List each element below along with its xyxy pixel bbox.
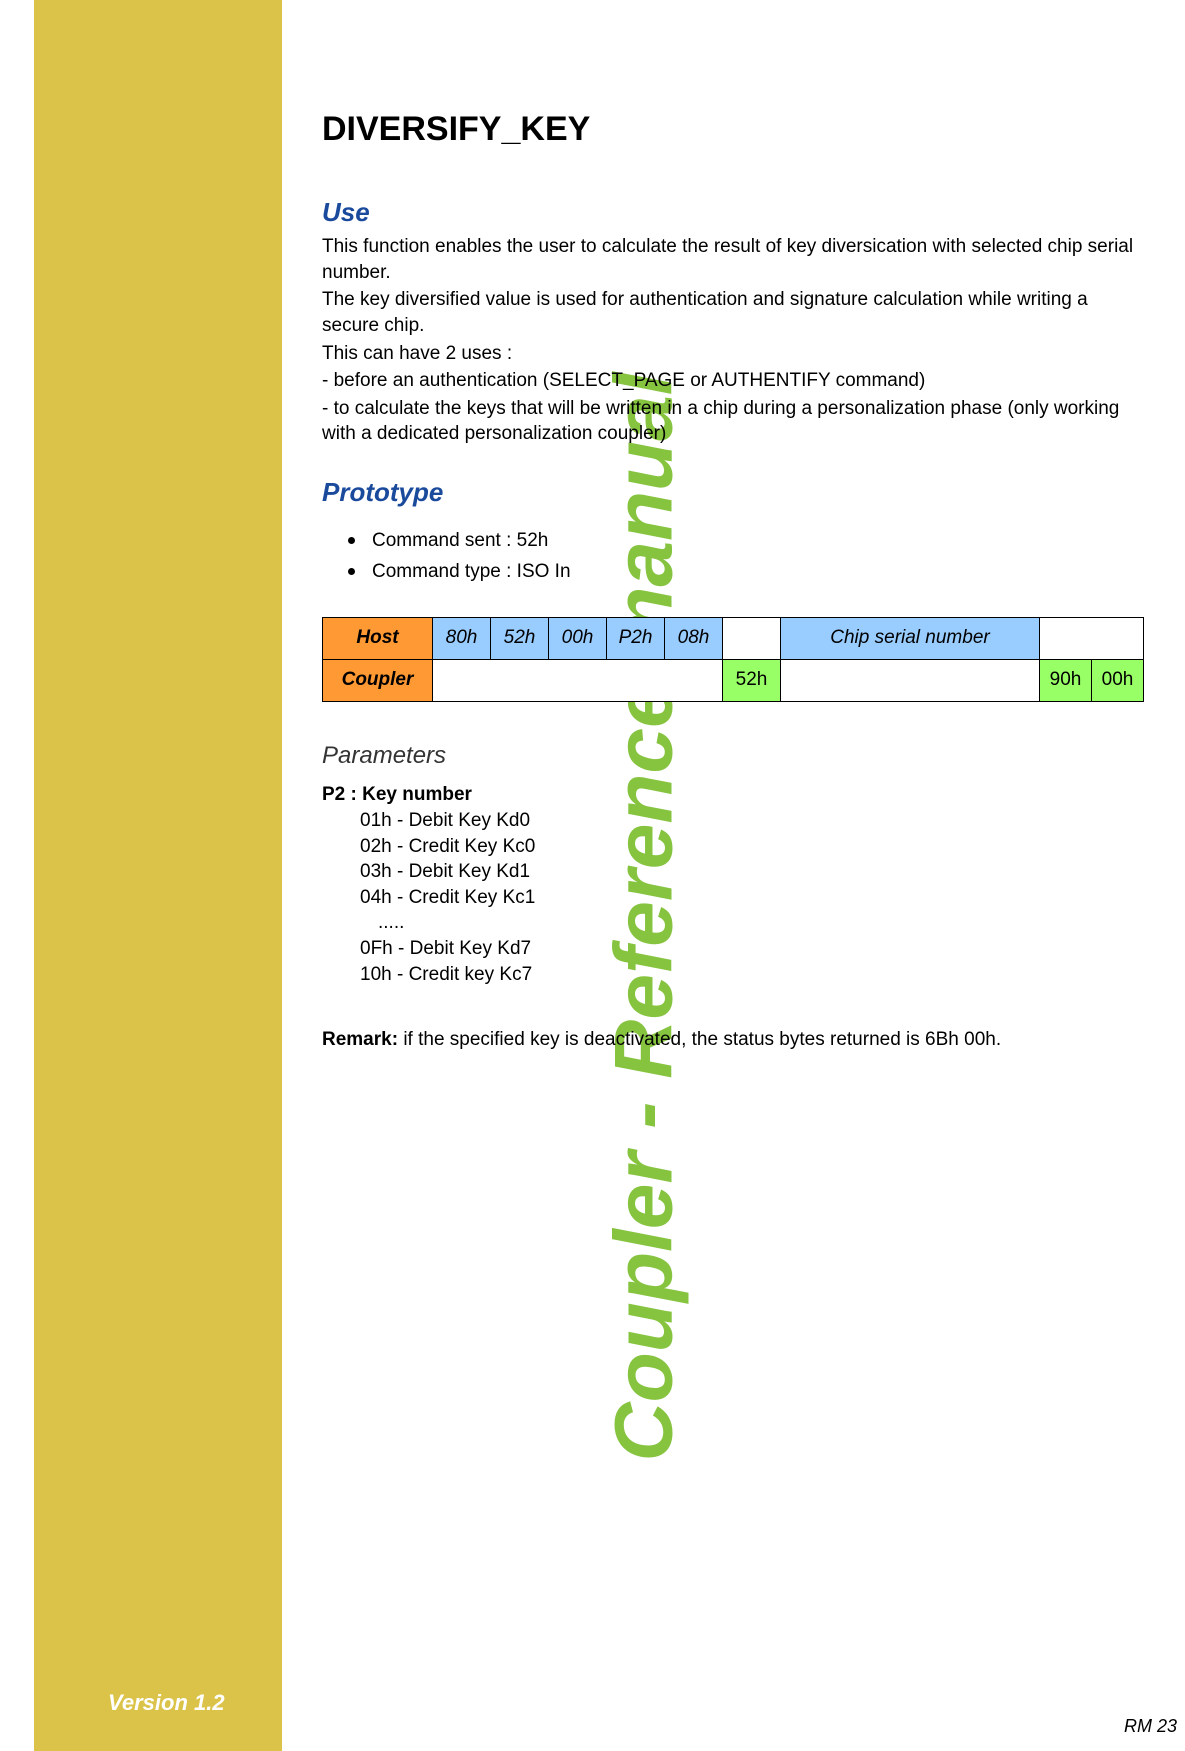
sidebar: Coupler - Reference manual Version 1.2	[34, 0, 282, 1751]
remark-text: if the specified key is deactivated, the…	[398, 1029, 1001, 1050]
p2-l2: 02h - Credit Key Kc0	[360, 834, 1144, 860]
use-section: Use This function enables the user to ca…	[322, 197, 1144, 447]
host-c5: 08h	[665, 617, 723, 659]
host-row: Host 80h 52h 00h P2h 08h Chip serial num…	[323, 617, 1144, 659]
coupler-sw2: 00h	[1092, 659, 1144, 701]
prototype-bullet-2: Command type : ISO In	[348, 557, 1144, 587]
page-title: DIVERSIFY_KEY	[322, 110, 1144, 149]
host-c4: P2h	[607, 617, 665, 659]
p2-l7: 10h - Credit key Kc7	[360, 962, 1144, 988]
parameters-section: Parameters P2 : Key number 01h - Debit K…	[322, 742, 1144, 987]
use-p2: The key diversified value is used for au…	[322, 287, 1144, 338]
use-p1: This function enables the user to calcul…	[322, 234, 1144, 285]
p2-label: P2 : Key number	[322, 784, 1144, 806]
p2-l4: 04h - Credit Key Kc1	[360, 885, 1144, 911]
host-label-cell: Host	[323, 617, 433, 659]
parameters-heading: Parameters	[322, 742, 1144, 770]
p2-l5: .....	[360, 910, 1144, 936]
host-c1: 80h	[433, 617, 491, 659]
p2-l1: 01h - Debit Key Kd0	[360, 808, 1144, 834]
use-heading: Use	[322, 197, 1144, 228]
prototype-bullets: Command sent : 52h Command type : ISO In	[348, 526, 1144, 587]
p2-l6: 0Fh - Debit Key Kd7	[360, 936, 1144, 962]
p2-l3: 03h - Debit Key Kd1	[360, 859, 1144, 885]
remark-label: Remark:	[322, 1029, 398, 1050]
host-c2: 52h	[491, 617, 549, 659]
coupler-row: Coupler 52h 90h 00h	[323, 659, 1144, 701]
host-gap	[723, 617, 781, 659]
host-end	[1040, 617, 1144, 659]
coupler-sw1: 90h	[1040, 659, 1092, 701]
main-content: DIVERSIFY_KEY Use This function enables …	[322, 110, 1144, 1051]
coupler-label-cell: Coupler	[323, 659, 433, 701]
prototype-table: Host 80h 52h 00h P2h 08h Chip serial num…	[322, 617, 1144, 702]
remark-line: Remark: if the specified key is deactiva…	[322, 1029, 1144, 1051]
version-label: Version 1.2	[108, 1690, 225, 1716]
coupler-gap2	[781, 659, 1040, 701]
use-p3: This can have 2 uses :	[322, 341, 1144, 367]
prototype-section: Prototype Command sent : 52h Command typ…	[322, 477, 1144, 702]
host-chip: Chip serial number	[781, 617, 1040, 659]
coupler-gap1	[433, 659, 723, 701]
p2-list: 01h - Debit Key Kd0 02h - Credit Key Kc0…	[322, 808, 1144, 987]
use-p4: - before an authentication (SELECT_PAGE …	[322, 368, 1144, 394]
coupler-resp: 52h	[723, 659, 781, 701]
host-c3: 00h	[549, 617, 607, 659]
page-number: RM 23	[1124, 1716, 1177, 1737]
prototype-heading: Prototype	[322, 477, 1144, 508]
use-p5: - to calculate the keys that will be wri…	[322, 396, 1144, 447]
prototype-bullet-1: Command sent : 52h	[348, 526, 1144, 556]
